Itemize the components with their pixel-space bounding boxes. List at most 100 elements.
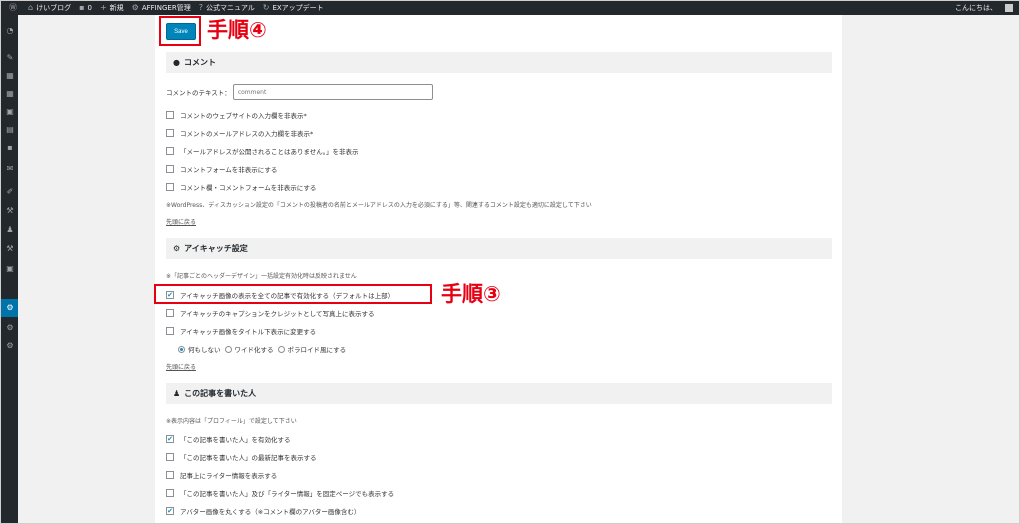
comment-section-header: ● コメント [166,52,832,73]
checkbox-checked[interactable]: ✔ [166,507,174,515]
radio[interactable] [224,345,232,353]
gear-icon-3[interactable]: ⚙ [6,342,14,350]
step3-annotation: 手順③ [441,282,501,306]
user-greeting[interactable]: こんにちは、 [955,3,997,13]
author-option-label: アバター画像を丸くする（※コメント欄のアバター画像含む） [180,508,361,516]
checkbox[interactable] [166,471,174,479]
comment-text-input[interactable] [232,84,433,100]
comment-bubble-icon: ▪ [79,3,85,12]
comment-option-0[interactable]: コメントのウェブサイトの入力欄を非表示* [166,110,307,120]
user-icon: ♟ [173,389,181,398]
radio-label: ワイド化する [234,346,274,354]
mail-icon[interactable]: ✉ [6,165,14,173]
new-content-link[interactable]: + 新規 [100,3,124,13]
comment-note: ※WordPress、ディスカッション設定の「コメントの投稿者の名前とメールアド… [166,202,592,209]
page-background-right [842,15,1019,523]
pages-icon[interactable]: ▤ [6,126,14,134]
wordpress-icon: Ⓦ [9,3,17,12]
home-icon: ⌂ [28,3,34,12]
comment-option-3[interactable]: コメントフォームを非表示にする [166,164,277,174]
gear-icon: ⚙ [173,244,181,253]
eyecatch-option-2[interactable]: アイキャッチ画像をタイトル下表示に変更する [166,326,316,336]
eyecatch-option-label: アイキャッチのキャプションをクレジットとして写真上に表示する [180,310,375,318]
manual-label: 公式マニュアル [205,4,255,12]
comments-count: 0 [87,4,92,12]
eyecatch-section-header: ⚙ アイキャッチ設定 [166,238,832,259]
author-option-4[interactable]: ✔ アバター画像を丸くする（※コメント欄のアバター画像含む） [166,506,360,516]
author-option-1[interactable]: 「この記事を書いた人」の最新記事を表示する [166,452,317,462]
author-option-label: 「この記事を書いた人」を有効化する [180,436,291,444]
pin-icon[interactable]: ✎ [6,54,14,62]
help-icon: ? [198,3,203,12]
site-name: けいブログ [36,4,72,12]
page-background-left [18,15,155,523]
gear-active-icon[interactable]: ⚙ [6,304,14,312]
back-to-top-link[interactable]: 先頭に戻る [166,362,196,371]
checkbox[interactable] [166,111,174,119]
author-option-label: 「この記事を書いた人」の最新記事を表示する [180,454,317,462]
dashboard-icon[interactable]: ◔ [6,27,14,35]
comment-option-4[interactable]: コメント欄・コメントフォームを非表示にする [166,182,316,192]
checkbox[interactable] [166,453,174,461]
comments-icon[interactable]: ▪ [6,144,14,152]
users-icon[interactable]: ♟ [6,226,14,234]
wordpress-logo[interactable]: Ⓦ [9,4,20,12]
comment-option-1[interactable]: コメントのメールアドレスの入力欄を非表示* [166,128,313,138]
checkbox[interactable] [166,327,174,335]
appearance-icon[interactable]: ✐ [6,188,14,196]
admin-sidebar: ◔ ✎ ▦ ▦ ▣ ▤ ▪ ✉ ✐ ⚒ ♟ ⚒ ▣ ⚙ ⚙ ⚙ [1,15,21,523]
comment-option-2[interactable]: 「メールアドレスが公開されることはありません。」を非表示 [166,146,359,156]
radio-selected[interactable] [178,345,185,353]
checkbox[interactable] [166,183,174,191]
affinger-label: AFFINGER管理 [141,4,191,12]
eyecatch-radio-group: 何もしない ワイド化する ポラロイド風にする [178,344,350,354]
author-option-2[interactable]: 記事上にライター情報を表示する [166,470,277,480]
checkbox[interactable] [166,129,174,137]
comment-option-label: コメント欄・コメントフォームを非表示にする [180,184,317,192]
comment-text-row: コメントのテキスト： [166,84,433,100]
plus-icon: + [99,3,107,12]
author-option-label: 記事上にライター情報を表示する [180,472,278,480]
comment-bubble-icon: ● [173,58,180,67]
gear-icon: ⚙ [131,3,139,12]
comment-section-title: コメント [183,58,216,67]
tools-icon[interactable]: ⚒ [6,245,14,253]
author-section-header: ♟ この記事を書いた人 [166,383,832,404]
grid-icon[interactable]: ▦ [6,72,14,80]
step4-annotation: 手順④ [207,18,267,42]
admin-bar: Ⓦ ⌂ けいブログ ▪ 0 + 新規 ⚙ AFFINGER管理 ? 公式マニュアル ↻ EX… [1,1,1019,15]
checkbox[interactable] [166,147,174,155]
radio-dot [180,347,183,351]
comment-option-label: コメントのメールアドレスの入力欄を非表示* [180,130,314,138]
author-option-3[interactable]: 「この記事を書いた人」及び「ライター情報」を固定ページでも表示する [166,488,394,498]
comment-option-label: コメントフォームを非表示にする [180,166,278,174]
plugins-icon[interactable]: ⚒ [6,207,14,215]
radio[interactable] [277,345,285,353]
ex-update-link[interactable]: ↻ EXアップデート [263,3,324,13]
settings-box-icon[interactable]: ▣ [6,265,14,273]
author-section-title: この記事を書いた人 [184,389,257,398]
comments-link[interactable]: ▪ 0 [79,3,92,13]
comment-option-label: 「メールアドレスが公開されることはありません。」を非表示 [180,148,359,156]
blocks-icon[interactable]: ▦ [6,90,14,98]
eyecatch-option-label: アイキャッチ画像をタイトル下表示に変更する [180,328,317,336]
manual-link[interactable]: ? 公式マニュアル [199,3,255,13]
ex-update-label: EXアップデート [272,4,324,12]
comment-option-label: コメントのウェブサイトの入力欄を非表示* [180,112,307,120]
author-option-0[interactable]: ✔ 「この記事を書いた人」を有効化する [166,434,291,444]
back-to-top-link[interactable]: 先頭に戻る [166,217,196,226]
checkbox[interactable] [166,309,174,317]
eyecatch-note: ※「記事ごとのヘッダーデザイン」一括設定有効化時は反映されません [166,273,357,280]
gear-icon-2[interactable]: ⚙ [6,324,14,332]
author-note: ※表示内容は「プロフィール」で設定して下さい [166,418,297,425]
checkbox[interactable] [166,489,174,497]
checkbox[interactable] [166,165,174,173]
site-name-link[interactable]: ⌂ けいブログ [28,3,71,13]
new-label: 新規 [109,4,124,12]
affinger-admin-link[interactable]: ⚙ AFFINGER管理 [132,3,191,13]
checkbox-checked[interactable]: ✔ [166,435,174,443]
user-avatar[interactable] [1005,4,1013,12]
comment-text-label: コメントのテキスト： [166,89,231,97]
eyecatch-option-1[interactable]: アイキャッチのキャプションをクレジットとして写真上に表示する [166,308,374,318]
media-icon[interactable]: ▣ [6,108,14,116]
